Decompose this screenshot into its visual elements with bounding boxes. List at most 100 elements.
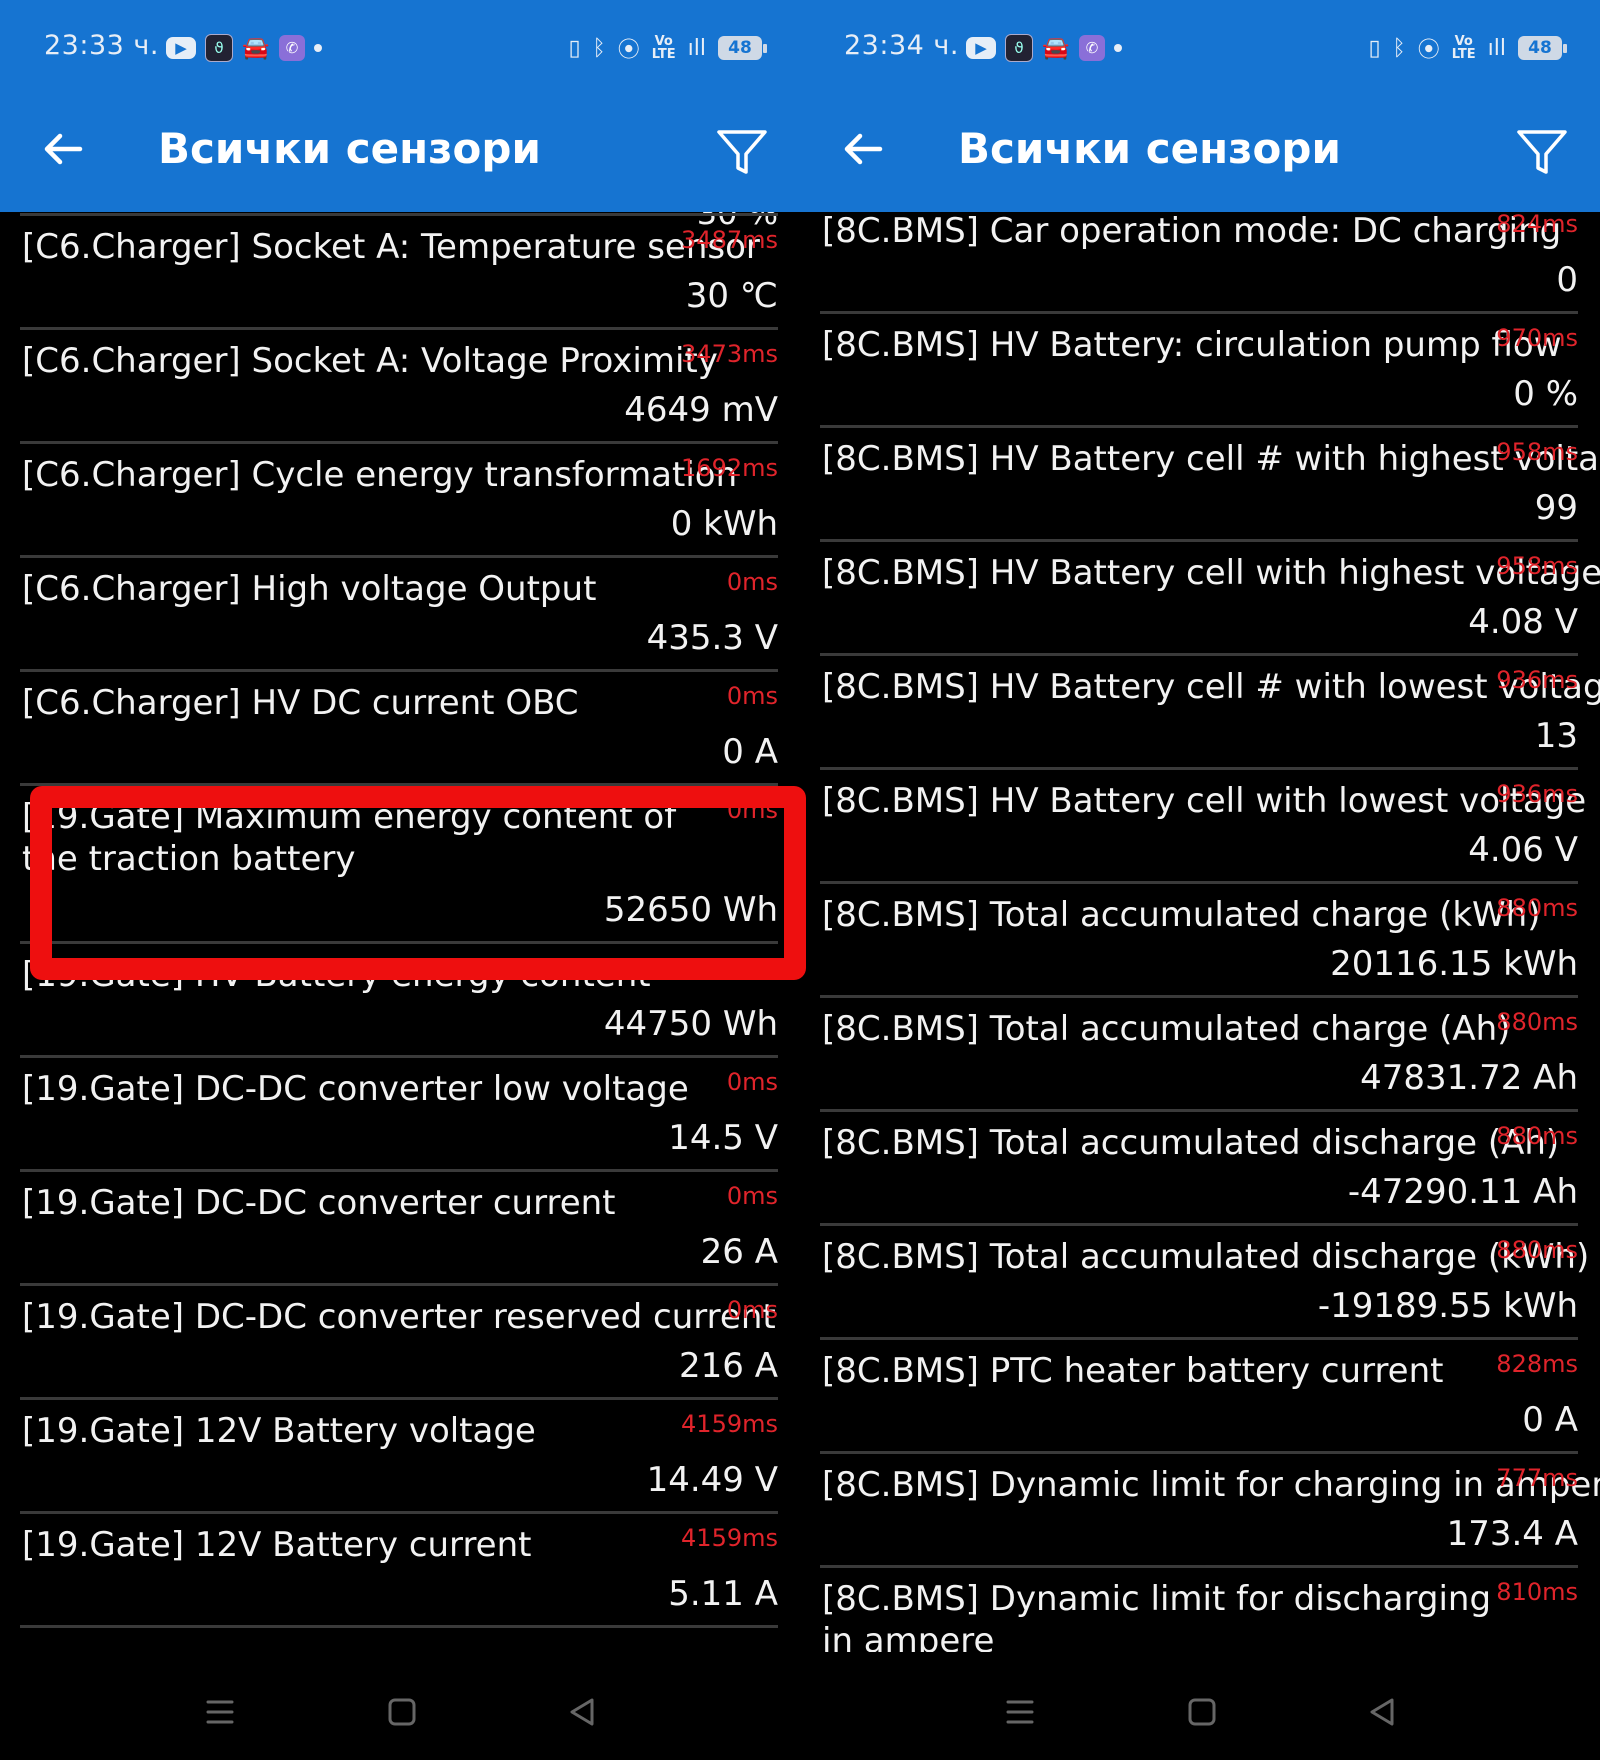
list-item[interactable]: [8C.BMS] Total accumulated discharge (Ah…	[820, 1112, 1578, 1226]
system-nav-bar	[0, 1652, 800, 1760]
list-item[interactable]: [8C.BMS] HV Battery: circulation pump fl…	[820, 314, 1578, 428]
app-icon: ϑ	[205, 34, 233, 62]
sensor-label: [8C.BMS] Car operation mode: DC charging	[822, 211, 1562, 251]
list-item[interactable]: [C6.Charger] Socket A: Voltage Proximity…	[20, 330, 778, 444]
list-item[interactable]: [8C.BMS] Total accumulated discharge (kW…	[820, 1226, 1589, 1340]
sensor-timing: 4159ms	[681, 1524, 778, 1552]
list-item[interactable]: [19.Gate] DC-DC converter reserved curre…	[20, 1286, 778, 1400]
sensor-label: [C6.Charger] Socket A: Temperature senso…	[22, 227, 760, 267]
more-dot-icon	[314, 44, 322, 52]
sensor-label: [C6.Charger] HV DC current OBC	[22, 683, 579, 723]
location-icon: ⦿	[1417, 38, 1440, 63]
sensor-label: [C6.Charger] High voltage Output	[22, 569, 597, 609]
list-item[interactable]: [8C.BMS] Dynamic limit for charging in a…	[820, 1454, 1600, 1568]
sensor-value: 44750 Wh	[603, 1004, 778, 1044]
vibrate-icon: ▯	[568, 35, 581, 61]
screenshot-right: 23:34 ч. ▶ ϑ 🚘 ✆ ▯ ᛒ ⦿ Vo LTE ıll 48 Всич…	[800, 0, 1600, 1760]
list-item[interactable]: [8C.BMS] HV Battery cell with highest vo…	[820, 542, 1600, 656]
sensor-timing: 824ms	[1496, 210, 1578, 238]
sensor-timing: 958ms	[1496, 438, 1578, 466]
app-bar: 23:34 ч. ▶ ϑ 🚘 ✆ ▯ ᛒ ⦿ Vo LTE ıll 48 Всич…	[800, 0, 1600, 212]
list-item[interactable]: [8C.BMS] PTC heater battery current 828m…	[820, 1340, 1578, 1454]
bluetooth-icon: ᛒ	[1392, 35, 1406, 61]
home-nav-icon[interactable]	[1182, 1692, 1222, 1732]
status-clock: 23:33 ч.	[44, 30, 159, 61]
sensor-timing: 4159ms	[681, 1410, 778, 1438]
back-arrow-icon[interactable]	[838, 124, 888, 174]
menu-nav-icon[interactable]	[1000, 1692, 1040, 1732]
sensor-list[interactable]: 30 % [C6.Charger] Socket A: Temperature …	[0, 194, 800, 1652]
bluetooth-icon: ᛒ	[592, 35, 606, 61]
sensor-label: [8C.BMS] Total accumulated charge (kWh)	[822, 895, 1541, 935]
sensor-timing: 1692ms	[681, 454, 778, 482]
sensor-label: [C6.Charger] Socket A: Voltage Proximity	[22, 341, 718, 381]
sensor-label: [19.Gate] 12V Battery voltage	[22, 1411, 536, 1451]
sensor-label: [19.Gate] HV Battery energy content	[22, 955, 651, 995]
menu-nav-icon[interactable]	[200, 1692, 240, 1732]
sensor-label: [8C.BMS] PTC heater battery current	[822, 1351, 1444, 1391]
sensor-label: [8C.BMS] Total accumulated charge (Ah)	[822, 1009, 1511, 1049]
sensor-label: [8C.BMS] Dynamic limit for discharging i…	[822, 1579, 1492, 1661]
sensor-value: 4.08 V	[1468, 602, 1578, 642]
list-item[interactable]: [C6.Charger] HV DC current OBC 0ms 0 A	[20, 672, 778, 786]
notification-icons: ▶ ϑ 🚘 ✆	[166, 34, 322, 62]
list-item[interactable]: [19.Gate] 12V Battery voltage 4159ms 14.…	[20, 1400, 778, 1514]
system-icons: ▯ ᛒ ⦿ Vo LTE ıll 48	[1368, 32, 1567, 64]
sensor-label: [19.Gate] 12V Battery current	[22, 1525, 532, 1565]
status-clock: 23:34 ч.	[844, 30, 959, 61]
list-item[interactable]: [19.Gate] DC-DC converter low voltage 0m…	[20, 1058, 778, 1172]
sensor-value: 52650 Wh	[603, 890, 778, 930]
sensor-value: -19189.55 kWh	[1317, 1286, 1578, 1326]
back-nav-icon[interactable]	[1362, 1692, 1402, 1732]
car-icon: 🚘	[1042, 35, 1070, 61]
sensor-label: [8C.BMS] HV Battery cell # with lowest v…	[822, 667, 1600, 707]
sensor-value: 173.4 A	[1446, 1514, 1578, 1554]
sensor-label: [8C.BMS] HV Battery cell with highest vo…	[822, 553, 1600, 593]
sensor-value: 4.06 V	[1468, 830, 1578, 870]
list-item[interactable]: [C6.Charger] High voltage Output 0ms 435…	[20, 558, 778, 672]
app-icon: ϑ	[1005, 34, 1033, 62]
sensor-value: 435.3 V	[646, 618, 778, 658]
toolbar: Всички сензори	[0, 110, 800, 200]
filter-icon[interactable]	[714, 124, 770, 180]
sensor-label: [8C.BMS] Total accumulated discharge (Ah…	[822, 1123, 1560, 1163]
list-item[interactable]: [8C.BMS] Total accumulated charge (kWh) …	[820, 884, 1578, 998]
page-title: Всички сензори	[958, 124, 1341, 173]
list-item[interactable]: [8C.BMS] Car operation mode: DC charging…	[820, 200, 1578, 314]
list-item[interactable]: [8C.BMS] HV Battery cell with lowest vol…	[820, 770, 1586, 884]
sensor-label: [19.Gate] DC-DC converter low voltage	[22, 1069, 689, 1109]
youtube-icon: ▶	[966, 37, 996, 59]
sensor-value: 216 A	[679, 1346, 778, 1386]
sensor-timing: 936ms	[1496, 780, 1578, 808]
back-arrow-icon[interactable]	[38, 124, 88, 174]
list-item[interactable]: [19.Gate] 12V Battery current 4159ms 5.1…	[20, 1514, 778, 1628]
sensor-value: 30 ℃	[685, 276, 778, 316]
sensor-timing: 880ms	[1496, 894, 1578, 922]
sensor-value: 0	[1556, 260, 1578, 300]
list-item[interactable]: [19.Gate] HV Battery energy content 0ms …	[20, 944, 778, 1058]
sensor-timing: 0ms	[726, 1182, 778, 1210]
sensor-timing: 0ms	[726, 796, 778, 824]
list-item[interactable]: [C6.Charger] Socket A: Temperature senso…	[20, 216, 778, 330]
sensor-value: 0 kWh	[670, 504, 778, 544]
sensor-list[interactable]: [8C.BMS] Car operation mode: DC charging…	[800, 210, 1600, 1661]
list-item-highlighted[interactable]: [19.Gate] Maximum energy content of the …	[20, 786, 778, 944]
sensor-label: [8C.BMS] Dynamic limit for charging in a…	[822, 1465, 1600, 1505]
page-title: Всички сензори	[158, 124, 541, 173]
list-item[interactable]: [8C.BMS] Total accumulated charge (Ah) 8…	[820, 998, 1578, 1112]
vibrate-icon: ▯	[1368, 35, 1381, 61]
list-item[interactable]: [C6.Charger] Cycle energy transformation…	[20, 444, 778, 558]
back-nav-icon[interactable]	[562, 1692, 602, 1732]
location-icon: ⦿	[617, 38, 640, 63]
sensor-value: 13	[1534, 716, 1578, 756]
status-bar: 23:34 ч. ▶ ϑ 🚘 ✆ ▯ ᛒ ⦿ Vo LTE ıll 48	[800, 20, 1600, 76]
sensor-value: 4649 mV	[624, 390, 778, 430]
sensor-timing: 970ms	[1496, 324, 1578, 352]
filter-icon[interactable]	[1514, 124, 1570, 180]
list-item[interactable]: [8C.BMS] HV Battery cell # with lowest v…	[820, 656, 1600, 770]
sensor-value: 20116.15 kWh	[1330, 944, 1578, 984]
system-icons: ▯ ᛒ ⦿ Vo LTE ıll 48	[568, 32, 767, 64]
home-nav-icon[interactable]	[382, 1692, 422, 1732]
list-item[interactable]: [8C.BMS] HV Battery cell # with highest …	[820, 428, 1600, 542]
list-item[interactable]: [19.Gate] DC-DC converter current 0ms 26…	[20, 1172, 778, 1286]
